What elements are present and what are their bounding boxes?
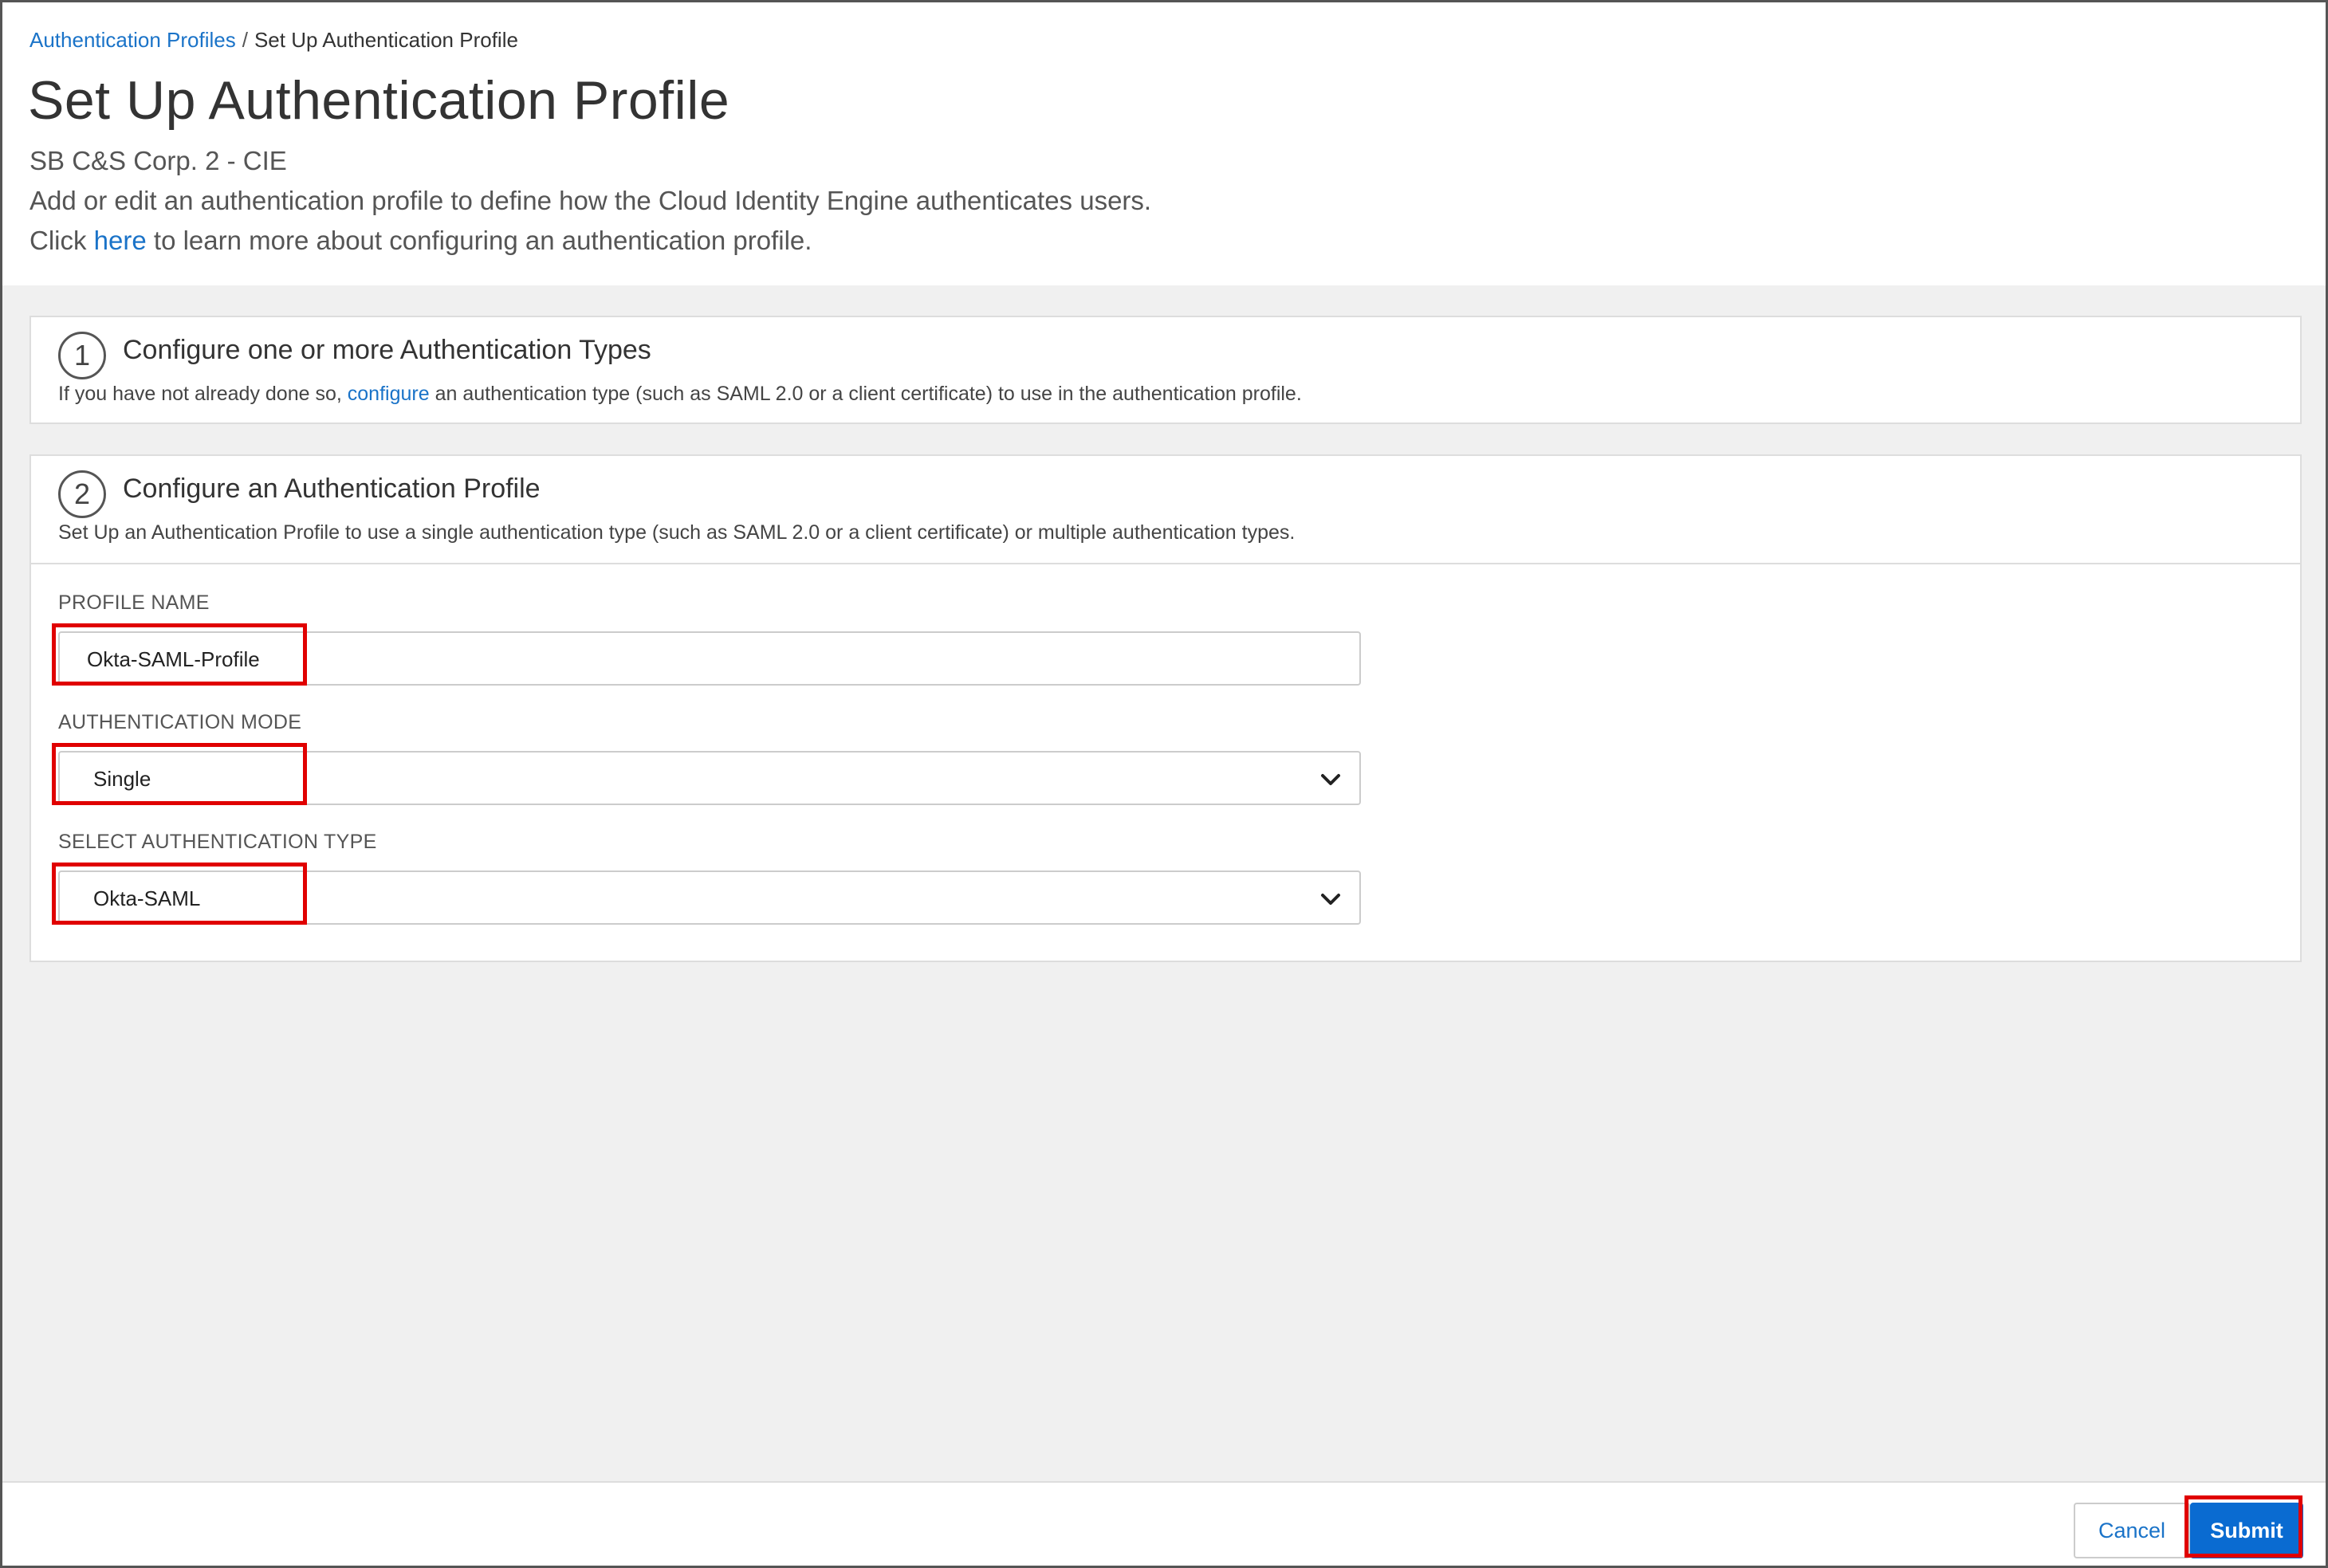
submit-button[interactable]: Submit: [2190, 1503, 2303, 1558]
step2-title: Configure an Authentication Profile: [123, 474, 541, 504]
authentication-mode-label: AUTHENTICATION MODE: [58, 711, 302, 733]
page-frame: Authentication Profiles / Set Up Authentic…: [0, 0, 2328, 1568]
chevron-down-icon: [1321, 774, 1340, 785]
breadcrumb: Authentication Profiles / Set Up Authentic…: [29, 28, 518, 53]
step2-description: Set Up an Authentication Profile to use …: [58, 521, 1296, 544]
chevron-down-icon: [1321, 894, 1340, 905]
page-footer: Cancel Submit: [2, 1481, 2326, 1566]
page-header: Authentication Profiles / Set Up Authentic…: [2, 2, 2326, 285]
step1-description: If you have not already done so, configu…: [58, 383, 1302, 406]
authentication-mode-select[interactable]: Single: [58, 751, 1361, 805]
help-here-link[interactable]: here: [94, 226, 147, 255]
step1-card: 1 Configure one or more Authentication T…: [29, 316, 2302, 424]
profile-name-input[interactable]: Okta-SAML-Profile: [58, 631, 1361, 686]
breadcrumb-separator: /: [242, 28, 248, 52]
profile-name-label: PROFILE NAME: [58, 591, 210, 614]
step2-divider: [31, 563, 2300, 564]
step1-number-badge: 1: [58, 332, 106, 379]
cancel-button[interactable]: Cancel: [2074, 1503, 2190, 1558]
breadcrumb-authentication-profiles-link[interactable]: Authentication Profiles: [29, 28, 236, 52]
main-content: 1 Configure one or more Authentication T…: [2, 285, 2326, 1481]
step2-number-badge: 2: [58, 470, 106, 518]
authentication-type-label: SELECT AUTHENTICATION TYPE: [58, 831, 377, 853]
page-title: Set Up Authentication Profile: [28, 70, 730, 131]
configure-link[interactable]: configure: [348, 383, 430, 405]
help-text-suffix: to learn more about configuring an authe…: [153, 226, 812, 255]
breadcrumb-current: Set Up Authentication Profile: [254, 28, 518, 52]
authentication-mode-value: Single: [93, 767, 151, 791]
step1-desc-suffix: an authentication type (such as SAML 2.0…: [435, 383, 1302, 405]
step2-card: 2 Configure an Authentication Profile Se…: [29, 454, 2302, 962]
step1-title: Configure one or more Authentication Typ…: [123, 335, 651, 365]
help-text-prefix: Click: [29, 226, 87, 255]
authentication-type-value: Okta-SAML: [93, 886, 201, 910]
tenant-subtitle: SB C&S Corp. 2 - CIE: [29, 146, 287, 175]
step1-desc-prefix: If you have not already done so,: [58, 383, 342, 405]
page-description: Add or edit an authentication profile to…: [29, 186, 1152, 215]
profile-name-value: Okta-SAML-Profile: [87, 647, 260, 671]
help-text: Click here to learn more about configuri…: [29, 226, 812, 256]
authentication-type-select[interactable]: Okta-SAML: [58, 870, 1361, 925]
